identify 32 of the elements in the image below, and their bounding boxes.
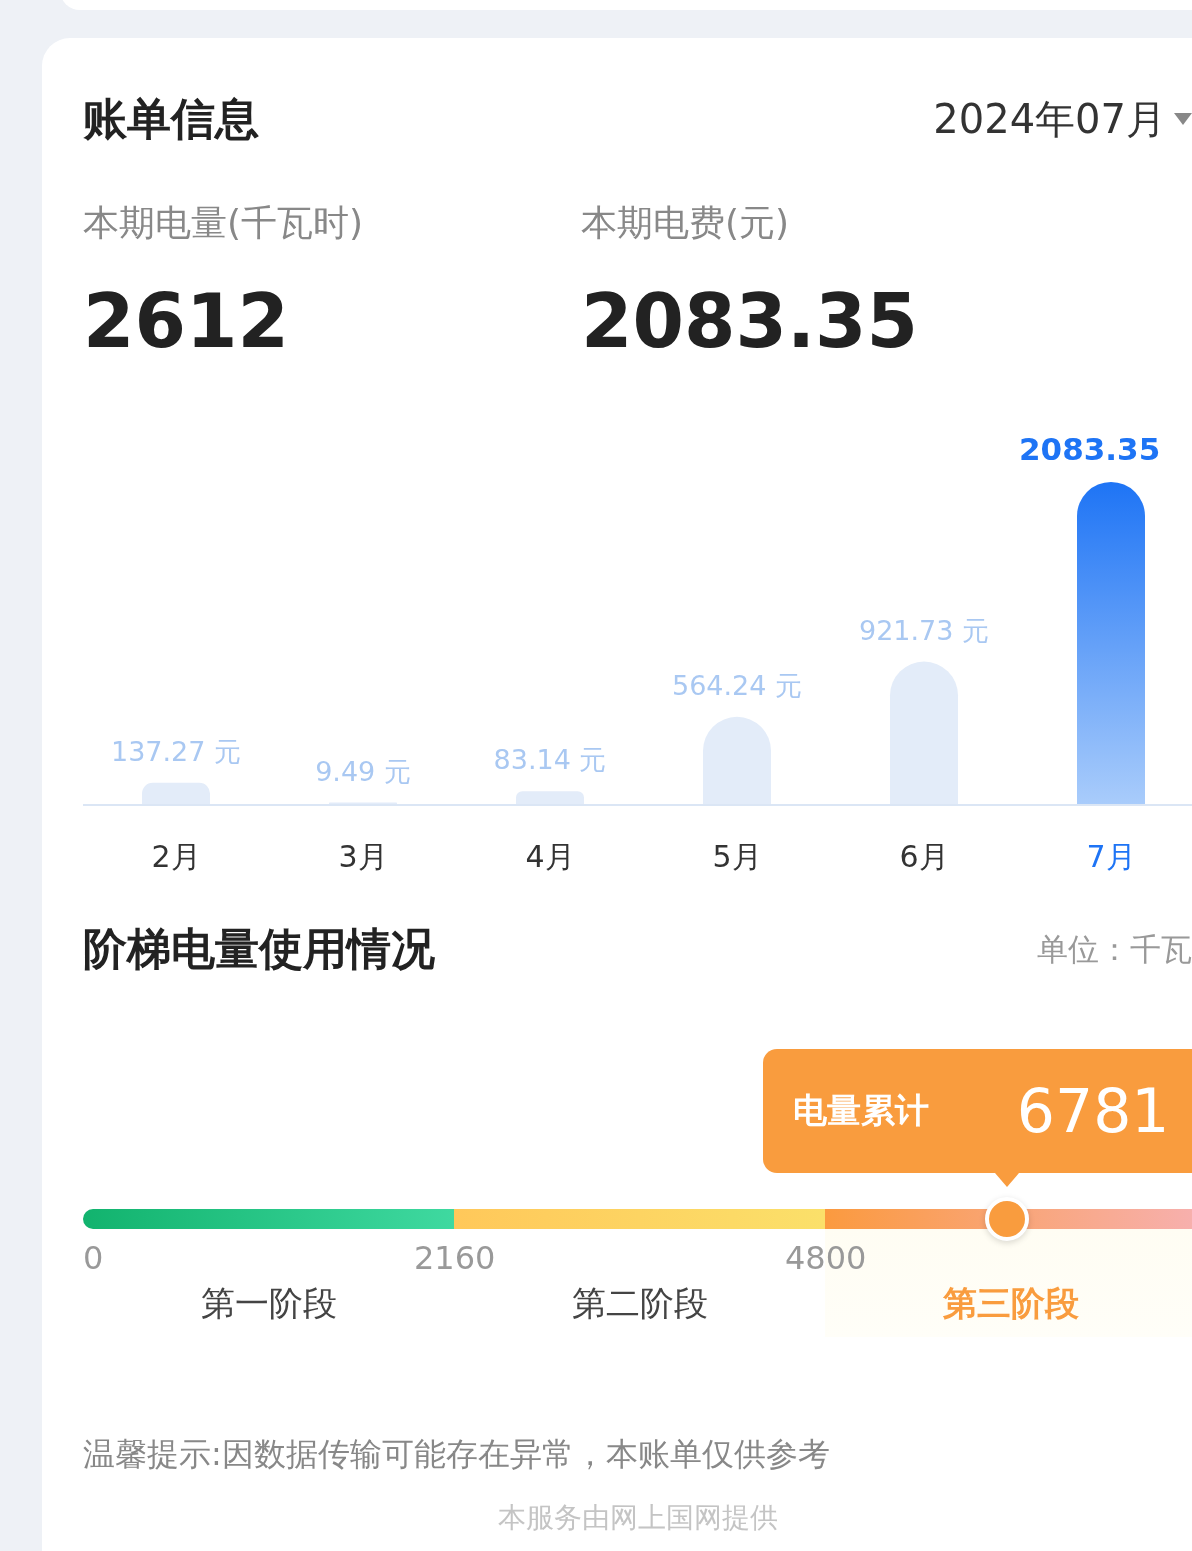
section-title: 账单信息 [83, 92, 259, 146]
stage-label: 第一阶段 [200, 1282, 337, 1325]
stage-label: 第三阶段 [942, 1282, 1079, 1325]
stat-label: 本期电费(元) [581, 201, 791, 245]
month-label[interactable]: 3月 [338, 839, 388, 874]
value-label: 564.24 元 [671, 669, 803, 701]
caret-icon [1174, 112, 1192, 127]
month-label[interactable]: 2月 [151, 839, 201, 874]
bar[interactable] [1077, 482, 1145, 804]
month-label[interactable]: 5月 [712, 839, 762, 874]
tick-label: 0 [83, 1239, 104, 1277]
section-title: 阶梯电量使用情况 [83, 922, 435, 976]
value-label: 83.14 元 [493, 744, 607, 776]
value-label: 2083.35 [1019, 431, 1161, 467]
footer-text: 本服务由网上国网提供 [496, 1500, 779, 1536]
month-picker[interactable]: 2024年07月 [933, 92, 1192, 147]
hint-text: 温馨提示:因数据传输可能存在异常，本账单仅供参考 [83, 1434, 831, 1475]
tooltip-value: 6781 [1016, 1076, 1170, 1146]
value-label: 9.49 元 [315, 755, 411, 787]
stage-label: 第二阶段 [571, 1282, 708, 1325]
stat-label: 本期电量(千瓦时) [83, 201, 365, 245]
tooltip-label: 电量累计 [792, 1089, 929, 1132]
month-label[interactable]: 4月 [525, 839, 575, 874]
month-label[interactable]: 6月 [899, 839, 949, 874]
stat-value: 2612 [83, 278, 290, 364]
month-label[interactable]: 7月 [1086, 839, 1136, 874]
stat-value: 2083.35 [581, 278, 920, 364]
value-label: 921.73 元 [858, 614, 990, 646]
tick-label: 2160 [414, 1239, 496, 1277]
unit-label: 单位：千瓦 [1037, 929, 1192, 969]
value-label: 137.27 元 [110, 735, 242, 767]
tick-label: 4800 [785, 1239, 867, 1277]
